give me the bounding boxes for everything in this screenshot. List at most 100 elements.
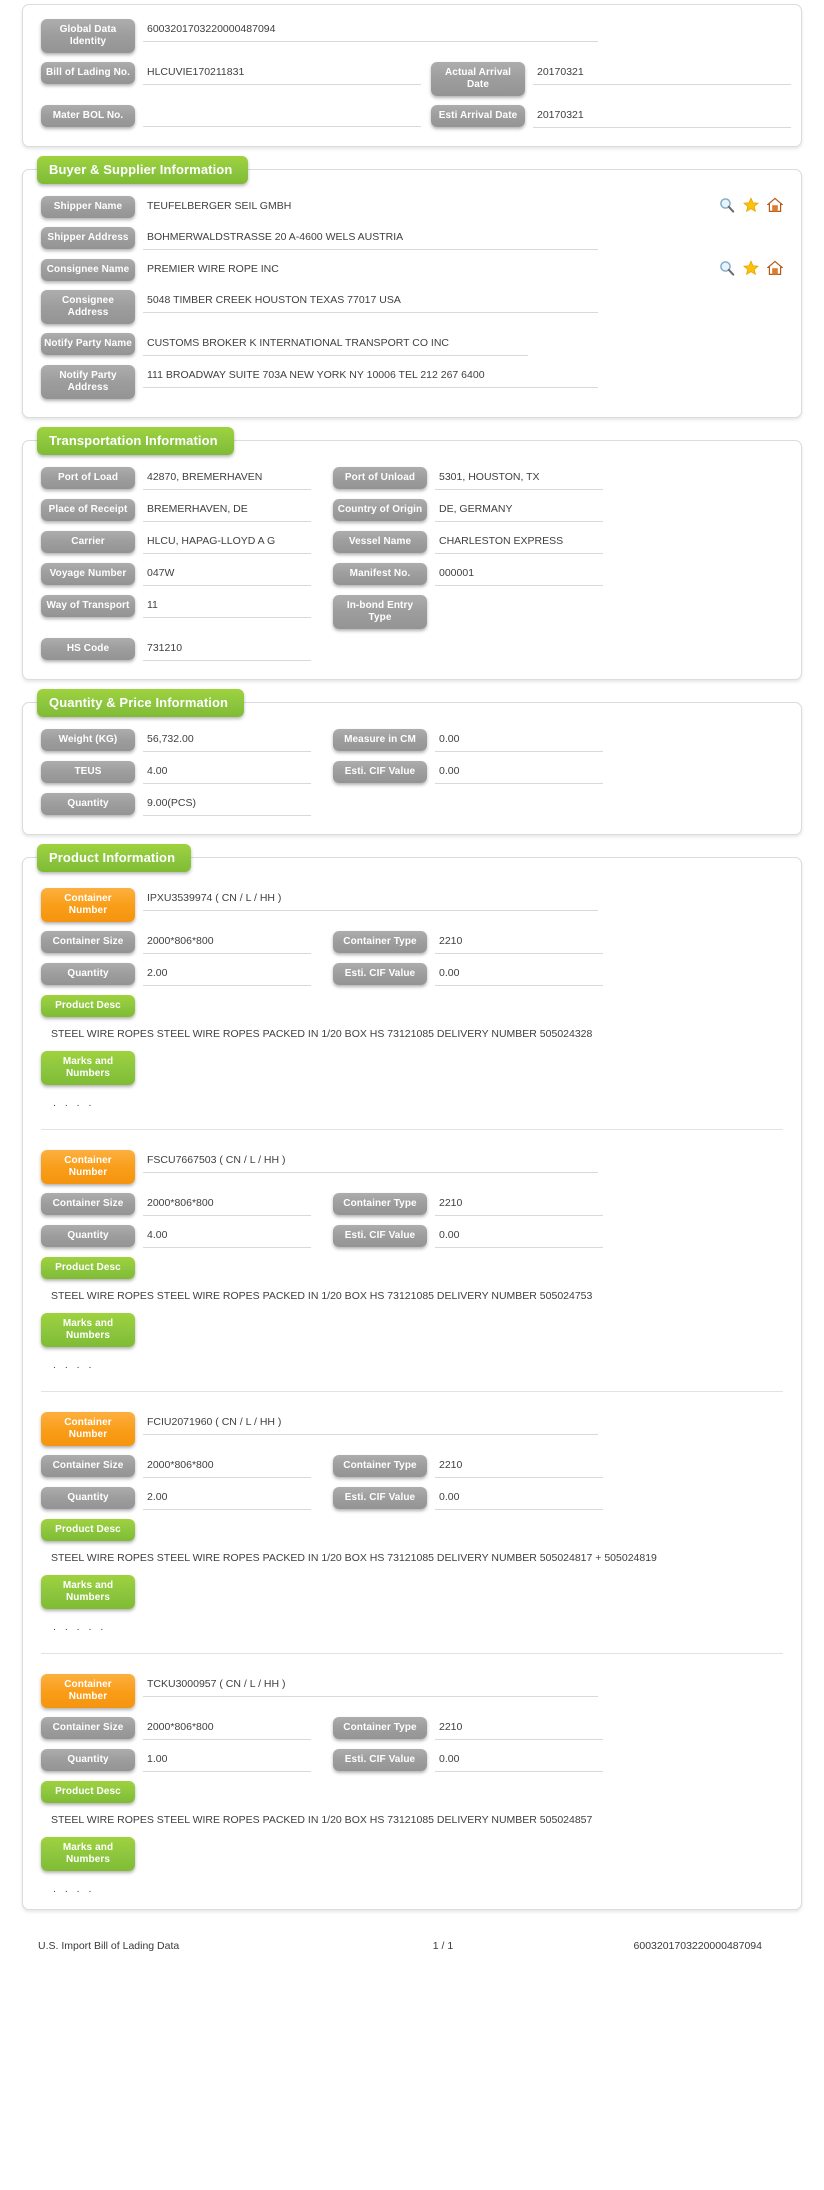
global-data-identity-label: Global Data Identity <box>41 19 135 53</box>
in-bond-entry-type-value[interactable] <box>435 595 603 617</box>
product-quantity-value[interactable]: 1.00 <box>143 1749 311 1772</box>
field-global-data-identity: Global Data Identity 6003201703220000487… <box>41 19 598 53</box>
esti-arrival-date-value[interactable]: 20170321 <box>533 105 791 128</box>
field-row: Container Number TCKU3000957 ( CN / L / … <box>41 1674 783 1708</box>
notify-party-name-value[interactable]: CUSTOMS BROKER K INTERNATIONAL TRANSPORT… <box>143 333 528 356</box>
voyage-number-label: Voyage Number <box>41 563 135 585</box>
container-size-value[interactable]: 2000*806*800 <box>143 931 311 954</box>
field-way-of-transport: Way of Transport 11 <box>41 595 311 618</box>
field-vessel-name: Vessel Name CHARLESTON EXPRESS <box>333 531 603 554</box>
product-esti-cif-value[interactable]: 0.00 <box>435 1487 603 1510</box>
container-number-value[interactable]: IPXU3539974 ( CN / L / HH ) <box>143 888 598 911</box>
weight-value[interactable]: 56,732.00 <box>143 729 311 752</box>
search-icon[interactable] <box>719 260 735 276</box>
actual-arrival-date-value[interactable]: 20170321 <box>533 62 791 85</box>
container-block: Container Number FCIU2071960 ( CN / L / … <box>41 1391 783 1639</box>
field-container-type: Container Type 2210 <box>333 1717 603 1740</box>
way-of-transport-label: Way of Transport <box>41 595 135 617</box>
shipper-address-value[interactable]: BOHMERWALDSTRASSE 20 A-4600 WELS AUSTRIA <box>143 227 598 250</box>
bill-of-lading-value[interactable]: HLCUVIE170211831 <box>143 62 421 85</box>
container-number-value[interactable]: FSCU7667503 ( CN / L / HH ) <box>143 1150 598 1173</box>
product-quantity-value[interactable]: 4.00 <box>143 1225 311 1248</box>
in-bond-entry-type-label: In-bond Entry Type <box>333 595 427 629</box>
search-icon[interactable] <box>719 197 735 213</box>
container-type-value[interactable]: 2210 <box>435 1193 603 1216</box>
container-type-value[interactable]: 2210 <box>435 931 603 954</box>
field-row: TEUS 4.00 Esti. CIF Value 0.00 <box>41 761 783 784</box>
shipper-name-value[interactable]: TEUFELBERGER SEIL GMBH <box>143 196 709 218</box>
field-shipper-name: Shipper Name TEUFELBERGER SEIL GMBH <box>41 196 783 218</box>
field-row: Marks and Numbers <box>41 1575 783 1609</box>
consignee-address-value[interactable]: 5048 TIMBER CREEK HOUSTON TEXAS 77017 US… <box>143 290 598 313</box>
transportation-title: Transportation Information <box>37 427 234 455</box>
container-number-value[interactable]: FCIU2071960 ( CN / L / HH ) <box>143 1412 598 1435</box>
product-esti-cif-value[interactable]: 0.00 <box>435 1225 603 1248</box>
consignee-address-label: Consignee Address <box>41 290 135 324</box>
carrier-value[interactable]: HLCU, HAPAG-LLOYD A G <box>143 531 311 554</box>
container-size-value[interactable]: 2000*806*800 <box>143 1455 311 1478</box>
field-row: Way of Transport 11 In-bond Entry Type <box>41 595 783 629</box>
container-block: Container Number TCKU3000957 ( CN / L / … <box>41 1653 783 1901</box>
field-row: Shipper Name TEUFELBERGER SEIL GMBH <box>41 196 783 218</box>
home-icon[interactable] <box>767 260 783 276</box>
container-number-value[interactable]: TCKU3000957 ( CN / L / HH ) <box>143 1674 598 1697</box>
country-of-origin-value[interactable]: DE, GERMANY <box>435 499 603 522</box>
product-esti-cif-label: Esti. CIF Value <box>333 1225 427 1247</box>
buyer-supplier-title: Buyer & Supplier Information <box>37 156 249 184</box>
place-of-receipt-label: Place of Receipt <box>41 499 135 521</box>
container-type-label: Container Type <box>333 931 427 953</box>
field-shipper-address: Shipper Address BOHMERWALDSTRASSE 20 A-4… <box>41 227 783 250</box>
container-size-value[interactable]: 2000*806*800 <box>143 1717 311 1740</box>
measure-in-cm-value[interactable]: 0.00 <box>435 729 603 752</box>
quantity-value[interactable]: 9.00(PCS) <box>143 793 311 816</box>
manifest-no-value[interactable]: 000001 <box>435 563 603 586</box>
field-row: Product Desc <box>41 1781 783 1803</box>
home-icon[interactable] <box>767 197 783 213</box>
container-type-value[interactable]: 2210 <box>435 1455 603 1478</box>
carrier-label: Carrier <box>41 531 135 553</box>
esti-cif-value-value[interactable]: 0.00 <box>435 761 603 784</box>
star-icon[interactable] <box>743 197 759 213</box>
transportation-panel: Transportation Information Port of Load … <box>22 427 802 680</box>
star-icon[interactable] <box>743 260 759 276</box>
master-bol-value[interactable] <box>143 105 421 127</box>
voyage-number-value[interactable]: 047W <box>143 563 311 586</box>
vessel-name-value[interactable]: CHARLESTON EXPRESS <box>435 531 603 554</box>
hs-code-value[interactable]: 731210 <box>143 638 311 661</box>
container-block: Container Number FSCU7667503 ( CN / L / … <box>41 1129 783 1377</box>
field-in-bond-entry-type: In-bond Entry Type <box>333 595 603 629</box>
product-quantity-value[interactable]: 2.00 <box>143 963 311 986</box>
marks-and-numbers-label: Marks and Numbers <box>41 1837 135 1871</box>
port-of-unload-value[interactable]: 5301, HOUSTON, TX <box>435 467 603 490</box>
container-block: Container Number IPXU3539974 ( CN / L / … <box>41 880 783 1115</box>
container-size-value[interactable]: 2000*806*800 <box>143 1193 311 1216</box>
field-row: Product Desc <box>41 1519 783 1541</box>
product-quantity-label: Quantity <box>41 1487 135 1509</box>
field-container-number: Container Number FCIU2071960 ( CN / L / … <box>41 1412 783 1446</box>
field-place-of-receipt: Place of Receipt BREMERHAVEN, DE <box>41 499 311 522</box>
page-footer: U.S. Import Bill of Lading Data 1 / 1 60… <box>22 1928 802 1966</box>
port-of-load-value[interactable]: 42870, BREMERHAVEN <box>143 467 311 490</box>
product-quantity-value[interactable]: 2.00 <box>143 1487 311 1510</box>
product-esti-cif-value[interactable]: 0.00 <box>435 963 603 986</box>
field-product-esti-cif: Esti. CIF Value 0.00 <box>333 1749 603 1772</box>
place-of-receipt-value[interactable]: BREMERHAVEN, DE <box>143 499 311 522</box>
field-row: Container Number FCIU2071960 ( CN / L / … <box>41 1412 783 1446</box>
consignee-name-value[interactable]: PREMIER WIRE ROPE INC <box>143 259 709 281</box>
way-of-transport-value[interactable]: 11 <box>143 595 311 618</box>
container-type-value[interactable]: 2210 <box>435 1717 603 1740</box>
field-container-size: Container Size 2000*806*800 <box>41 1193 311 1216</box>
footer-title: U.S. Import Bill of Lading Data <box>38 1940 180 1952</box>
notify-party-address-value[interactable]: 111 BROADWAY SUITE 703A NEW YORK NY 1000… <box>143 365 598 388</box>
field-container-number: Container Number IPXU3539974 ( CN / L / … <box>41 888 783 922</box>
field-row: Consignee Name PREMIER WIRE ROPE INC <box>41 259 783 281</box>
field-row: Notify Party Name CUSTOMS BROKER K INTER… <box>41 333 783 356</box>
container-number-label: Container Number <box>41 1150 135 1184</box>
field-row: Place of Receipt BREMERHAVEN, DE Country… <box>41 499 783 522</box>
field-row: Quantity 2.00 Esti. CIF Value 0.00 <box>41 1487 783 1510</box>
product-esti-cif-label: Esti. CIF Value <box>333 963 427 985</box>
teus-value[interactable]: 4.00 <box>143 761 311 784</box>
product-esti-cif-value[interactable]: 0.00 <box>435 1749 603 1772</box>
field-row: Quantity 9.00(PCS) <box>41 793 783 816</box>
global-data-identity-value[interactable]: 6003201703220000487094 <box>143 19 598 42</box>
